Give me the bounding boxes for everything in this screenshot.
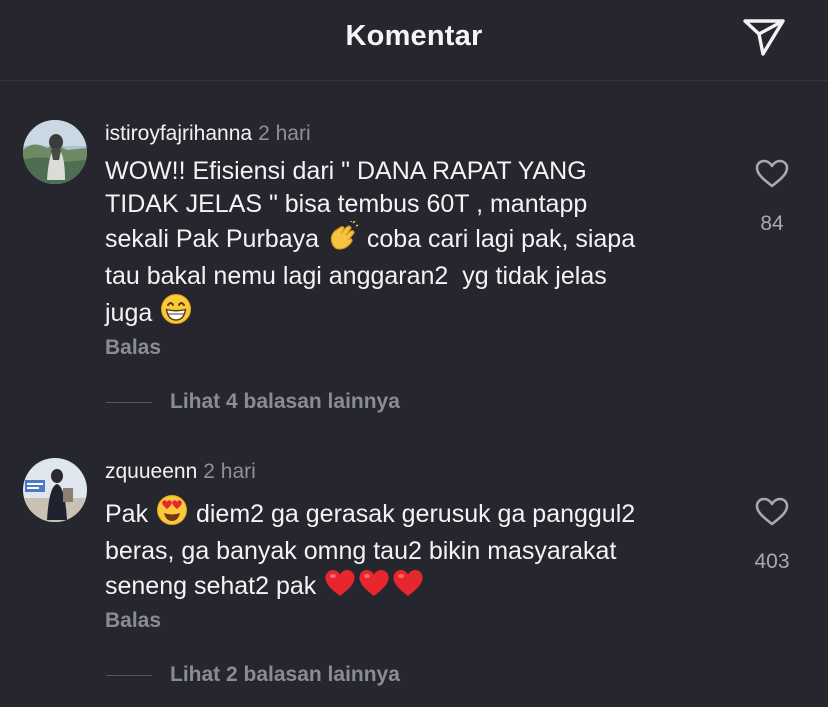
view-replies-label: Lihat 2 balasan lainnya (170, 663, 400, 686)
comment-meta: istiroyfajrihanna 2 hari (105, 122, 311, 146)
avatar[interactable] (23, 458, 87, 522)
clapping-hands-icon (327, 220, 359, 260)
comments-header: Komentar (0, 0, 828, 81)
divider (106, 674, 152, 676)
reply-button[interactable]: Balas (105, 336, 161, 360)
like-button[interactable] (752, 494, 792, 530)
view-replies-button[interactable]: Lihat 2 balasan lainnya (106, 663, 400, 687)
heart-eyes-face-icon (156, 494, 188, 535)
comment-text: WOW!! Efisiensi dari " DANA RAPAT YANG T… (105, 155, 725, 334)
heart-outline-icon (755, 159, 789, 188)
username[interactable]: istiroyfajrihanna (105, 122, 252, 145)
comment-time: 2 hari (258, 122, 311, 145)
avatar[interactable] (23, 120, 87, 184)
divider (106, 401, 152, 403)
view-replies-button[interactable]: Lihat 4 balasan lainnya (106, 390, 400, 414)
heart-outline-icon (755, 497, 789, 526)
red-heart-icon (358, 568, 390, 607)
comment-meta: zquueenn 2 hari (105, 460, 256, 484)
comment-time: 2 hari (203, 460, 256, 483)
view-replies-label: Lihat 4 balasan lainnya (170, 390, 400, 413)
like-button[interactable] (752, 156, 792, 192)
like-count: 403 (754, 550, 790, 573)
red-heart-icon (324, 568, 356, 607)
paper-plane-icon (743, 19, 785, 56)
comment-text: Pak diem2 ga gerasak gerusuk ga panggul2… (105, 494, 725, 607)
reply-button[interactable]: Balas (105, 609, 161, 633)
username[interactable]: zquueenn (105, 460, 197, 483)
like-count: 84 (760, 212, 784, 235)
grinning-face-icon (160, 293, 192, 334)
red-heart-icon (392, 568, 424, 607)
comments-screen: Komentar istiroyfajrihanna 2 hari WOW!! E… (0, 0, 828, 707)
share-button[interactable] (738, 14, 790, 60)
comment-text-part: Pak (105, 500, 156, 528)
page-title: Komentar (345, 20, 483, 52)
